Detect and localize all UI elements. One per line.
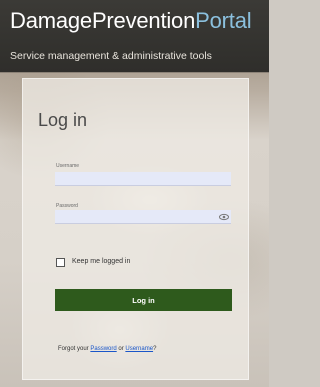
forgot-username-link[interactable]: Username [125, 346, 153, 352]
login-button[interactable]: Log in [55, 289, 232, 311]
forgot-password-link[interactable]: Password [90, 346, 116, 352]
forgot-suffix: ? [153, 346, 157, 352]
remember-label: Keep me logged in [72, 258, 131, 265]
remember-checkbox[interactable] [56, 258, 65, 267]
brand-accent: Portal [195, 8, 252, 33]
username-input[interactable] [55, 172, 231, 186]
login-page: DamagePreventionPortal Service managemen… [0, 0, 269, 387]
brand-main: DamagePrevention [10, 8, 196, 33]
eye-icon[interactable] [219, 213, 229, 221]
page-title: Log in [38, 110, 88, 130]
tagline: Service management & administrative tool… [10, 50, 212, 62]
password-input[interactable] [55, 210, 231, 224]
forgot-text: Forgot your Password or Username? [58, 346, 156, 352]
forgot-prefix: Forgot your [58, 346, 91, 352]
password-label: Password [56, 203, 78, 209]
username-label: Username [56, 163, 80, 169]
brand-logo: DamagePreventionPortal [10, 8, 252, 34]
header-bar: DamagePreventionPortal Service managemen… [0, 0, 269, 72]
